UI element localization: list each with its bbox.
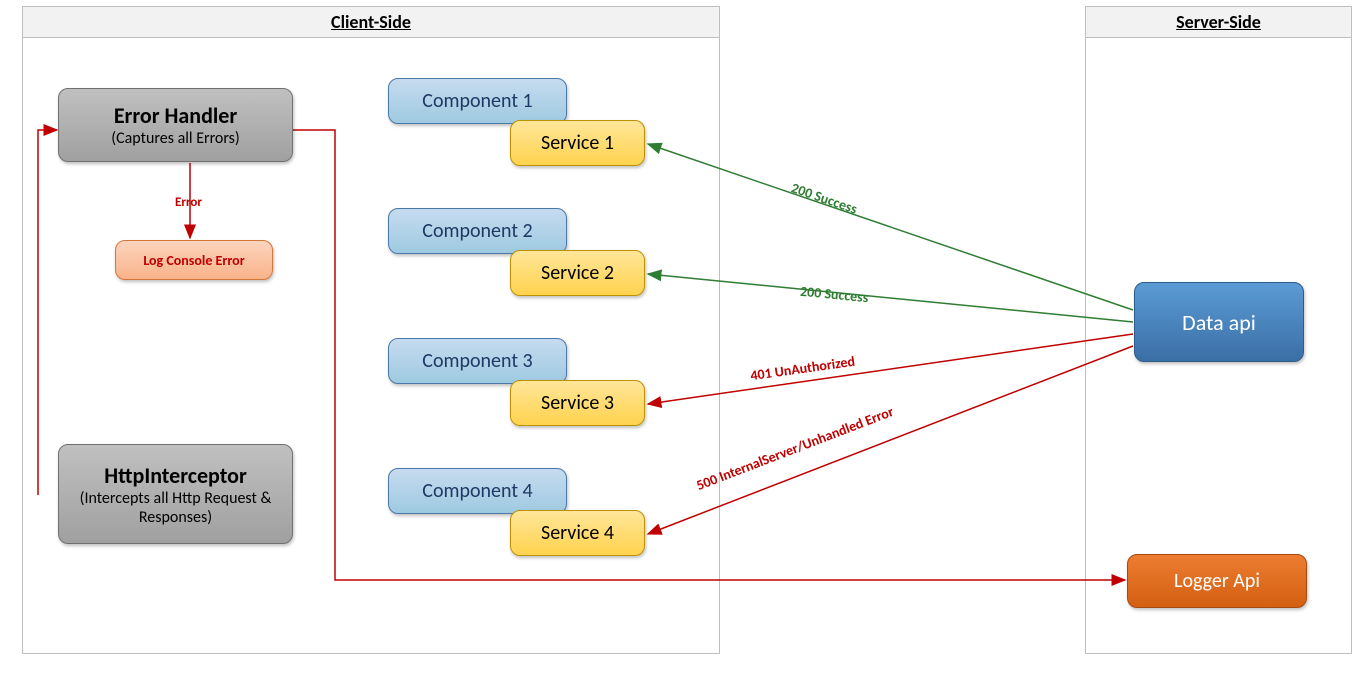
service-1-box: Service 1: [510, 120, 645, 166]
service-1-label: Service 1: [541, 131, 614, 155]
logger-api-label: Logger Api: [1174, 569, 1260, 593]
data-api-label: Data api: [1182, 309, 1256, 336]
error-handler-subtitle: (Captures all Errors): [111, 129, 240, 148]
edge-label-s4: 500 InternalServer/Unhandled Error: [694, 403, 896, 494]
service-2-box: Service 2: [510, 250, 645, 296]
edge-label-s1: 200 Success: [789, 179, 859, 217]
component-1-label: Component 1: [422, 89, 532, 113]
server-side-title: Server-Side: [1086, 7, 1351, 38]
component-2-label: Component 2: [422, 219, 532, 243]
service-2-label: Service 2: [541, 261, 614, 285]
component-2-box: Component 2: [388, 208, 567, 254]
error-handler-box: Error Handler (Captures all Errors): [58, 88, 293, 162]
service-4-box: Service 4: [510, 510, 645, 556]
component-3-label: Component 3: [422, 349, 532, 373]
service-4-label: Service 4: [541, 521, 614, 545]
edge-label-s3: 401 UnAuthorized: [749, 353, 856, 384]
component-4-box: Component 4: [388, 468, 567, 514]
component-3-box: Component 3: [388, 338, 567, 384]
http-interceptor-box: HttpInterceptor (Intercepts all Http Req…: [58, 444, 293, 544]
edge-label-s2: 200 Success: [799, 283, 869, 306]
data-api-box: Data api: [1134, 282, 1304, 362]
service-3-box: Service 3: [510, 380, 645, 426]
http-interceptor-title: HttpInterceptor: [104, 462, 247, 489]
service-3-label: Service 3: [541, 391, 614, 415]
log-console-error-box: Log Console Error: [115, 240, 273, 280]
error-arrow-label: Error: [175, 195, 202, 210]
component-4-label: Component 4: [422, 479, 532, 503]
error-handler-title: Error Handler: [114, 102, 237, 129]
log-console-error-label: Log Console Error: [143, 252, 244, 269]
component-1-box: Component 1: [388, 78, 567, 124]
client-side-title: Client-Side: [23, 7, 719, 38]
http-interceptor-subtitle: (Intercepts all Http Request & Responses…: [59, 489, 292, 527]
logger-api-box: Logger Api: [1127, 554, 1307, 608]
